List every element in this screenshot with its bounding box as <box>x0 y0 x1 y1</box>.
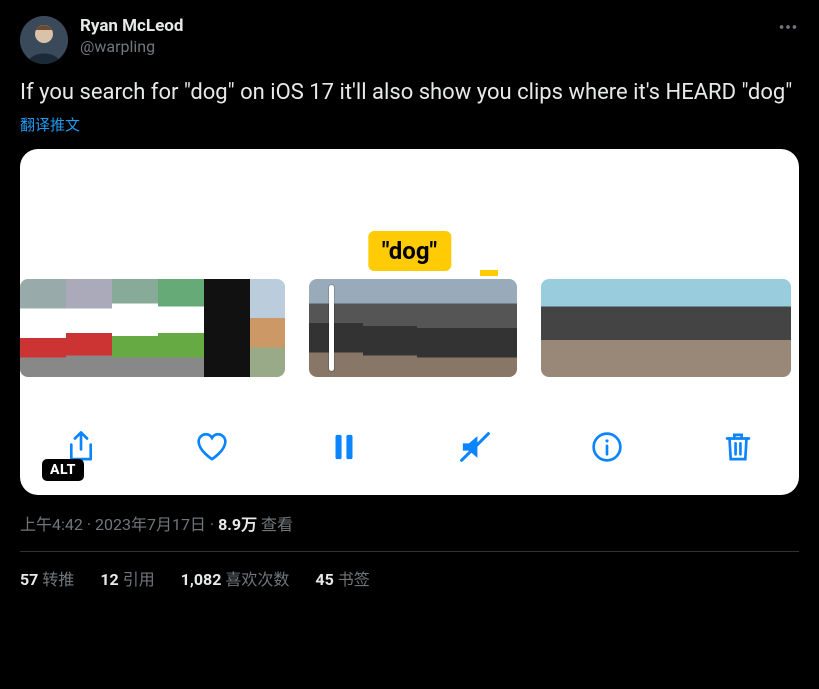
clip-frame <box>20 279 66 377</box>
clip-frame <box>158 279 204 377</box>
tweet-container: Ryan McLeod @warpling If you search for … <box>0 0 819 606</box>
clip-frame <box>585 279 629 377</box>
scrubber-marker <box>480 270 498 276</box>
clip-frame <box>541 279 585 377</box>
clip-frame <box>471 279 517 377</box>
clip-group[interactable] <box>309 279 517 377</box>
tweet-meta[interactable]: 上午4:42 · 2023年7月17日 · 8.9万 查看 <box>20 511 799 535</box>
views-label: 查看 <box>261 515 293 534</box>
clip-frame <box>250 279 285 377</box>
clip-frame <box>66 279 112 377</box>
caption-pill: "dog" <box>368 231 451 271</box>
user-handle: @warpling <box>80 37 183 57</box>
more-icon[interactable] <box>777 16 799 42</box>
date-text: 2023年7月17日 <box>95 515 206 534</box>
stats-row: 57转推 12引用 1,082喜欢次数 45书签 <box>20 566 799 590</box>
playhead[interactable] <box>329 285 334 371</box>
media-card[interactable]: "dog" <box>20 149 799 495</box>
clip-group[interactable] <box>541 279 791 377</box>
display-name: Ryan McLeod <box>80 16 183 37</box>
clip-frame <box>717 279 761 377</box>
tweet-text: If you search for "dog" on iOS 17 it'll … <box>20 78 799 108</box>
divider <box>20 551 799 552</box>
quotes-stat[interactable]: 12引用 <box>100 566 154 590</box>
clip-frame <box>629 279 673 377</box>
clip-frame <box>204 279 250 377</box>
clip-frame <box>112 279 158 377</box>
likes-stat[interactable]: 1,082喜欢次数 <box>181 566 290 590</box>
clip-frame <box>761 279 791 377</box>
views-count: 8.9万 <box>218 515 257 534</box>
avatar[interactable] <box>20 16 68 64</box>
translate-link[interactable]: 翻译推文 <box>20 114 80 135</box>
trash-icon[interactable] <box>721 430 755 464</box>
user-block[interactable]: Ryan McLeod @warpling <box>80 16 183 57</box>
clip-frame <box>363 279 417 377</box>
alt-badge[interactable]: ALT <box>42 459 84 481</box>
mute-icon[interactable] <box>458 430 492 464</box>
clip-frame <box>309 279 363 377</box>
tweet-header: Ryan McLeod @warpling <box>20 16 799 64</box>
info-icon[interactable] <box>590 430 624 464</box>
video-timeline[interactable] <box>20 279 799 377</box>
heart-icon[interactable] <box>195 430 229 464</box>
bookmarks-stat[interactable]: 45书签 <box>315 566 369 590</box>
media-toolbar <box>20 417 799 477</box>
clip-frame <box>417 279 471 377</box>
retweets-stat[interactable]: 57转推 <box>20 566 74 590</box>
clip-frame <box>673 279 717 377</box>
time-text: 上午4:42 <box>20 515 83 534</box>
clip-group[interactable] <box>20 279 285 377</box>
pause-icon[interactable] <box>327 430 361 464</box>
